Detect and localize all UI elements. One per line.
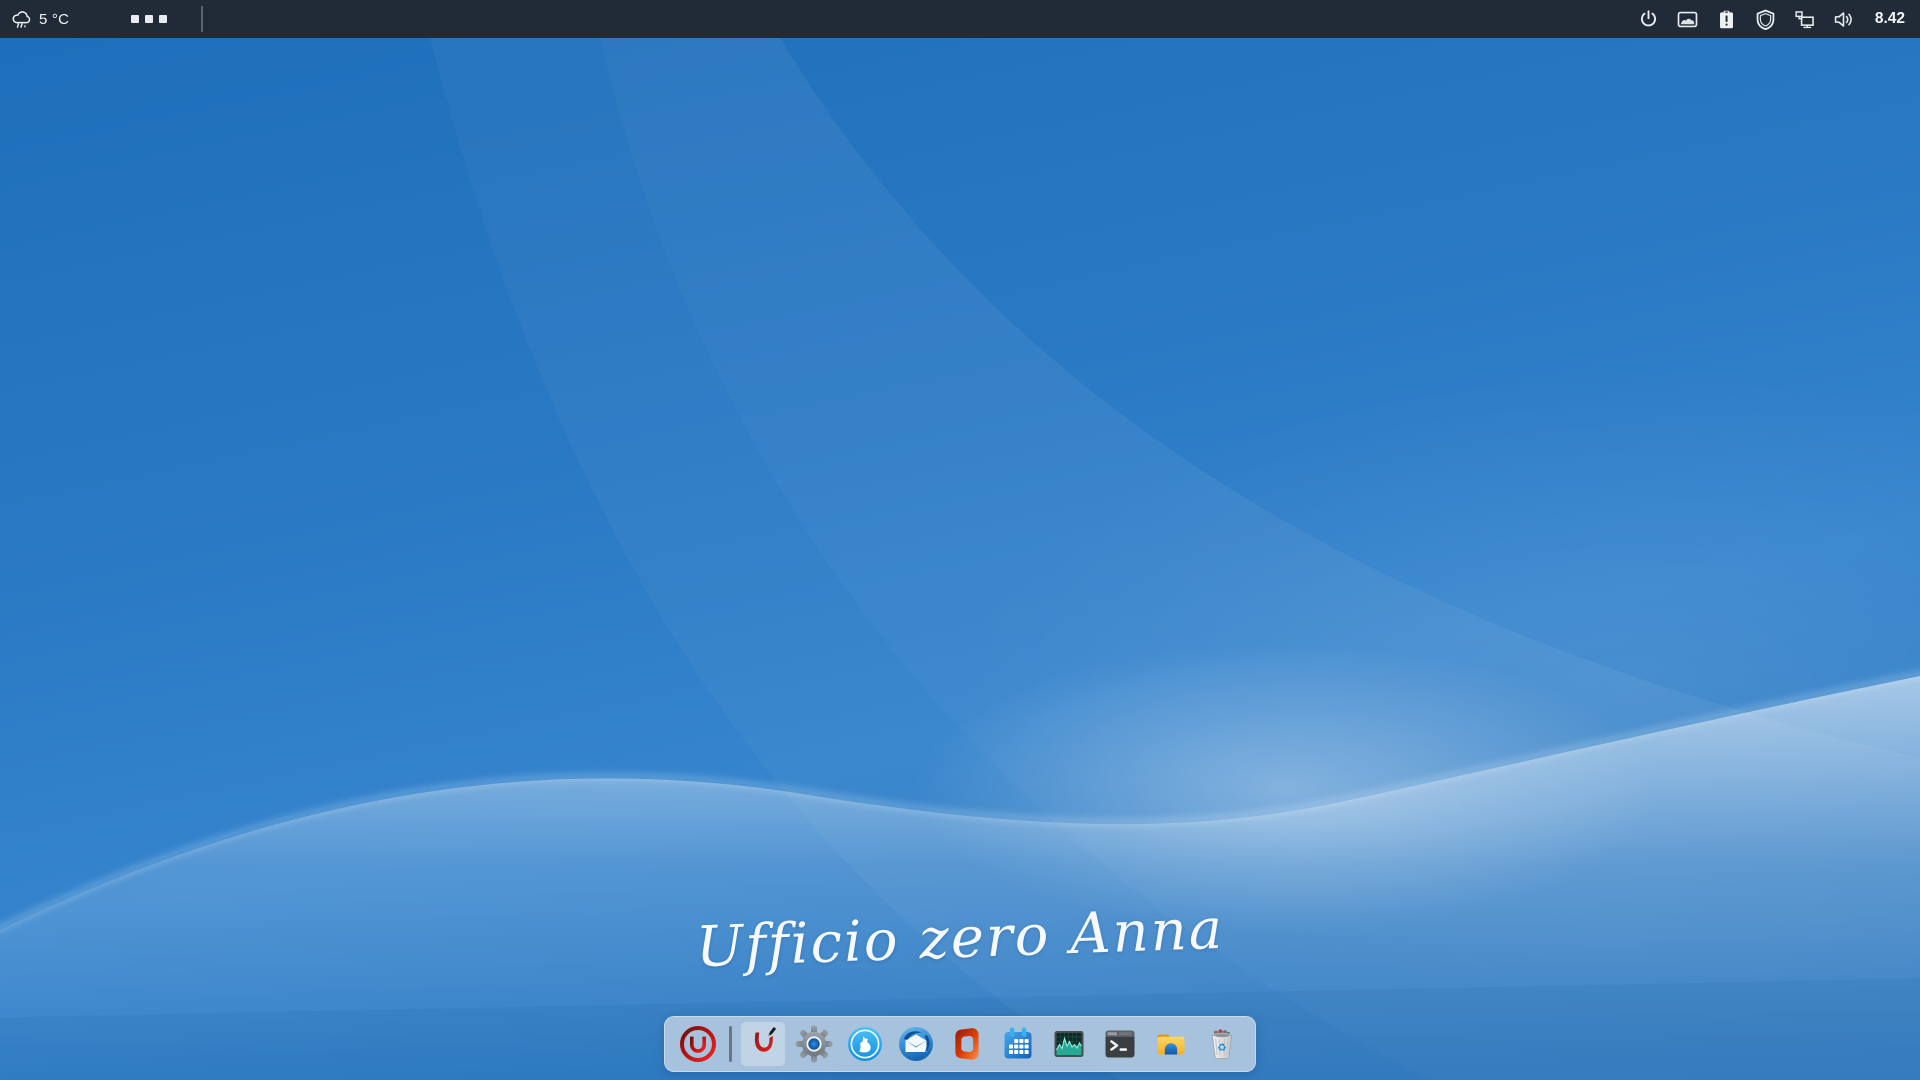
weather-widget[interactable]: 5 °C bbox=[10, 8, 69, 31]
terminal-prompt-icon bbox=[1100, 1024, 1140, 1064]
bird-envelope-icon bbox=[896, 1024, 936, 1064]
monitor-graph-icon bbox=[1049, 1024, 1089, 1064]
folder-icon bbox=[1151, 1024, 1191, 1064]
clock-label[interactable]: 8.42 bbox=[1875, 10, 1905, 28]
dock-item-file-manager[interactable] bbox=[1149, 1022, 1193, 1066]
trash-bin-icon: ♻ bbox=[1202, 1024, 1242, 1064]
red-u-pen-icon bbox=[743, 1024, 783, 1064]
volume-icon[interactable] bbox=[1832, 8, 1855, 31]
desktop-wallpaper: Ufficio zero Anna bbox=[0, 38, 1920, 1080]
panel-separator bbox=[201, 6, 203, 32]
three-dots-menu-icon[interactable] bbox=[131, 15, 167, 23]
calendar-icon bbox=[998, 1024, 1038, 1064]
dock-item-ufficio-zero-logo[interactable] bbox=[676, 1022, 720, 1066]
dock-item-calendar[interactable] bbox=[996, 1022, 1040, 1066]
office-o-icon bbox=[947, 1024, 987, 1064]
svg-text:♻: ♻ bbox=[1217, 1042, 1226, 1054]
wallpaper-icon[interactable] bbox=[1676, 8, 1699, 31]
dock: ♻ bbox=[664, 1016, 1256, 1072]
wolf-circle-icon bbox=[845, 1024, 885, 1064]
dock-separator bbox=[729, 1026, 732, 1062]
dock-item-thunderbird-mail[interactable] bbox=[894, 1022, 938, 1066]
network-icon[interactable] bbox=[1793, 8, 1816, 31]
cloud-drizzle-icon bbox=[10, 8, 33, 31]
system-tray: 8.42 bbox=[1637, 8, 1905, 31]
dock-item-system-monitor[interactable] bbox=[1047, 1022, 1091, 1066]
dock-item-uzl-pen-launcher[interactable] bbox=[741, 1022, 785, 1066]
dock-item-terminal[interactable] bbox=[1098, 1022, 1142, 1066]
clipboard-icon[interactable] bbox=[1715, 8, 1738, 31]
power-icon[interactable] bbox=[1637, 8, 1660, 31]
gear-icon bbox=[794, 1024, 834, 1064]
ufficio-zero-ring-u-icon bbox=[678, 1024, 718, 1064]
shield-icon[interactable] bbox=[1754, 8, 1777, 31]
top-panel: 5 °C bbox=[0, 0, 1920, 38]
dock-item-office-suite[interactable] bbox=[945, 1022, 989, 1066]
dock-item-librewolf-browser[interactable] bbox=[843, 1022, 887, 1066]
dock-item-settings[interactable] bbox=[792, 1022, 836, 1066]
dock-item-trash[interactable]: ♻ bbox=[1200, 1022, 1244, 1066]
temperature-label: 5 °C bbox=[39, 11, 69, 28]
